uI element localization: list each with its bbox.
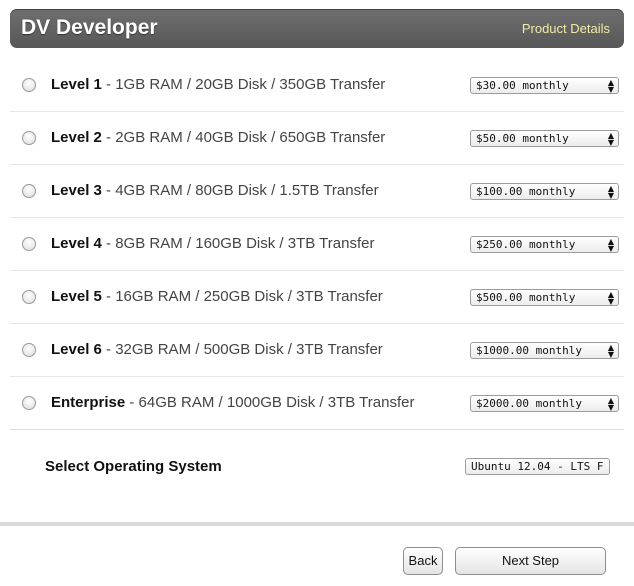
- plan-radio[interactable]: [22, 131, 36, 145]
- plan-row-level-5[interactable]: Level 5 - 16GB RAM / 250GB Disk / 3TB Tr…: [10, 271, 624, 324]
- plan-spec: - 32GB RAM / 500GB Disk / 3TB Transfer: [101, 341, 383, 358]
- os-row: Select Operating System Ubuntu 12.04 - L…: [10, 441, 624, 491]
- plan-spec: - 8GB RAM / 160GB Disk / 3TB Transfer: [101, 235, 375, 252]
- up-down-arrows-icon: ▲ ▼: [607, 184, 614, 200]
- billing-select-value: $50.00 monthly: [476, 132, 569, 145]
- os-label: Select Operating System: [45, 458, 222, 475]
- plan-name: Enterprise: [51, 394, 126, 411]
- plan-row-level-1[interactable]: Level 1 - 1GB RAM / 20GB Disk / 350GB Tr…: [10, 59, 624, 112]
- plan-row-level-6[interactable]: Level 6 - 32GB RAM / 500GB Disk / 3TB Tr…: [10, 324, 624, 377]
- billing-select-value: $250.00 monthly: [476, 238, 576, 251]
- plan-radio[interactable]: [22, 396, 36, 410]
- plan-name: Level 2: [51, 129, 102, 146]
- plan-label: Level 6 - 32GB RAM / 500GB Disk / 3TB Tr…: [51, 341, 383, 358]
- plan-name: Level 4: [51, 235, 102, 252]
- os-select[interactable]: Ubuntu 12.04 - LTS F: [465, 458, 610, 475]
- up-down-arrows-icon: ▲ ▼: [607, 131, 614, 147]
- billing-select[interactable]: $30.00 monthly ▲ ▼: [470, 77, 619, 94]
- plan-spec: - 1GB RAM / 20GB Disk / 350GB Transfer: [101, 76, 386, 93]
- billing-select[interactable]: $100.00 monthly ▲ ▼: [470, 183, 619, 200]
- next-step-button[interactable]: Next Step: [455, 547, 606, 575]
- plan-radio[interactable]: [22, 343, 36, 357]
- plan-name: Level 3: [51, 182, 102, 199]
- plan-label: Level 4 - 8GB RAM / 160GB Disk / 3TB Tra…: [51, 235, 374, 252]
- plan-name: Level 1: [51, 76, 102, 93]
- plan-spec: - 2GB RAM / 40GB Disk / 650GB Transfer: [101, 129, 386, 146]
- billing-select-value: $1000.00 monthly: [476, 344, 582, 357]
- up-down-arrows-icon: ▲ ▼: [607, 78, 614, 94]
- billing-select[interactable]: $500.00 monthly ▲ ▼: [470, 289, 619, 306]
- plan-spec: - 4GB RAM / 80GB Disk / 1.5TB Transfer: [101, 182, 379, 199]
- plan-row-level-3[interactable]: Level 3 - 4GB RAM / 80GB Disk / 1.5TB Tr…: [10, 165, 624, 218]
- plan-label: Level 1 - 1GB RAM / 20GB Disk / 350GB Tr…: [51, 76, 385, 93]
- plan-radio[interactable]: [22, 237, 36, 251]
- product-header: DV Developer Product Details: [10, 9, 624, 48]
- plan-label: Level 5 - 16GB RAM / 250GB Disk / 3TB Tr…: [51, 288, 383, 305]
- plan-row-enterprise[interactable]: Enterprise - 64GB RAM / 1000GB Disk / 3T…: [10, 377, 624, 430]
- up-down-arrows-icon: ▲ ▼: [607, 343, 614, 359]
- billing-select[interactable]: $2000.00 monthly ▲ ▼: [470, 395, 619, 412]
- billing-select[interactable]: $50.00 monthly ▲ ▼: [470, 130, 619, 147]
- billing-select-value: $2000.00 monthly: [476, 397, 582, 410]
- billing-select[interactable]: $1000.00 monthly ▲ ▼: [470, 342, 619, 359]
- billing-select[interactable]: $250.00 monthly ▲ ▼: [470, 236, 619, 253]
- billing-select-value: $30.00 monthly: [476, 79, 569, 92]
- billing-select-value: $500.00 monthly: [476, 291, 576, 304]
- plan-radio[interactable]: [22, 78, 36, 92]
- os-select-value: Ubuntu 12.04 - LTS F: [471, 460, 604, 473]
- plan-label: Enterprise - 64GB RAM / 1000GB Disk / 3T…: [51, 394, 414, 411]
- product-details-link[interactable]: Product Details: [522, 21, 610, 36]
- plan-label: Level 2 - 2GB RAM / 40GB Disk / 650GB Tr…: [51, 129, 385, 146]
- footer-divider: [0, 522, 634, 526]
- plan-name: Level 6: [51, 341, 102, 358]
- plan-spec: - 64GB RAM / 1000GB Disk / 3TB Transfer: [125, 394, 415, 411]
- plan-list: Level 1 - 1GB RAM / 20GB Disk / 350GB Tr…: [10, 59, 624, 430]
- plan-row-level-4[interactable]: Level 4 - 8GB RAM / 160GB Disk / 3TB Tra…: [10, 218, 624, 271]
- back-button[interactable]: Back: [403, 547, 443, 575]
- plan-label: Level 3 - 4GB RAM / 80GB Disk / 1.5TB Tr…: [51, 182, 379, 199]
- plan-name: Level 5: [51, 288, 102, 305]
- up-down-arrows-icon: ▲ ▼: [607, 396, 614, 412]
- plan-row-level-2[interactable]: Level 2 - 2GB RAM / 40GB Disk / 650GB Tr…: [10, 112, 624, 165]
- plan-radio[interactable]: [22, 184, 36, 198]
- billing-select-value: $100.00 monthly: [476, 185, 576, 198]
- plan-radio[interactable]: [22, 290, 36, 304]
- up-down-arrows-icon: ▲ ▼: [607, 290, 614, 306]
- up-down-arrows-icon: ▲ ▼: [607, 237, 614, 253]
- product-title: DV Developer: [21, 16, 158, 39]
- plan-spec: - 16GB RAM / 250GB Disk / 3TB Transfer: [101, 288, 383, 305]
